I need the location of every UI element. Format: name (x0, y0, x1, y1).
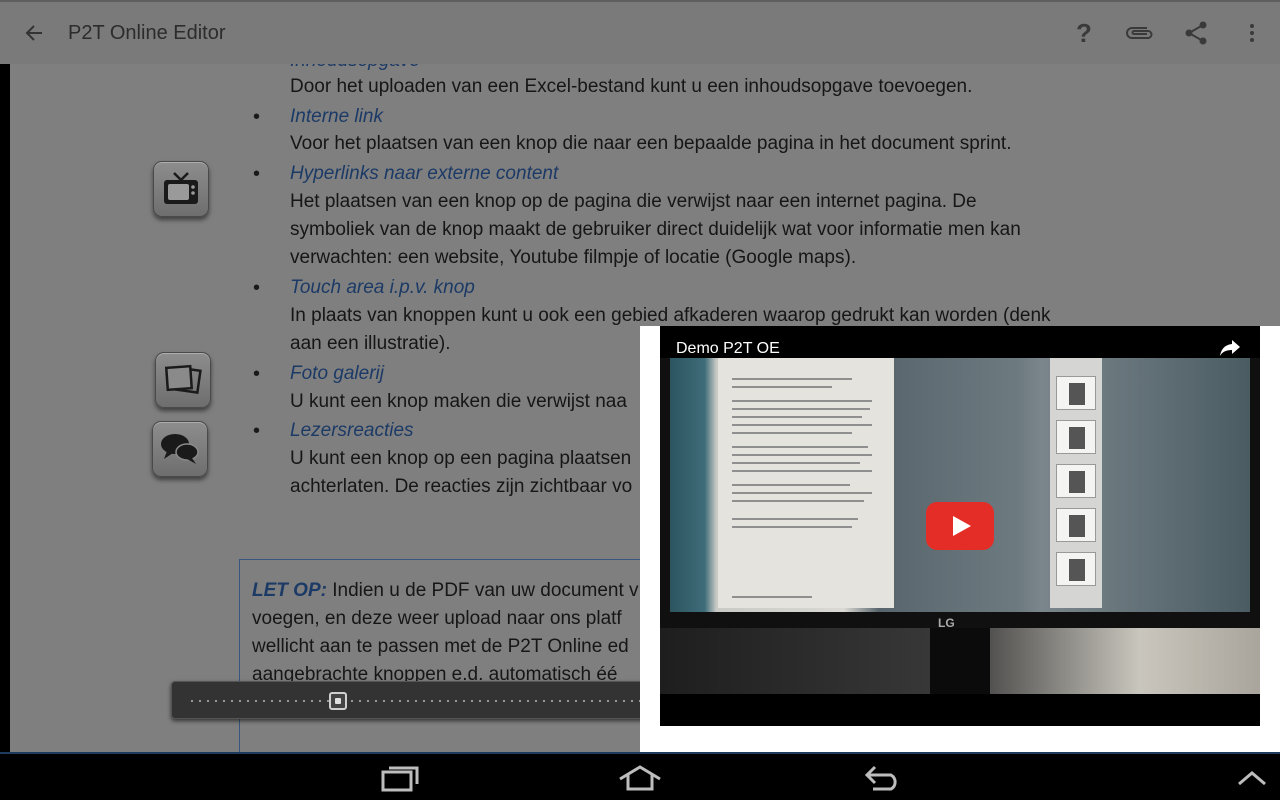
slider-thumb[interactable] (329, 692, 347, 710)
reader-comments-button[interactable] (152, 421, 208, 477)
item-text: Het plaatsen van een knop op de pagina d… (290, 191, 977, 212)
appbar-actions: ? (1056, 2, 1280, 64)
recent-apps-icon (381, 766, 419, 792)
back-icon (864, 765, 897, 791)
youtube-player[interactable]: Demo P2T OE LG (660, 326, 1260, 726)
overflow-menu-icon (1250, 24, 1254, 42)
item-heading: Foto galerij (290, 363, 384, 384)
photo-gallery-button[interactable] (155, 352, 211, 408)
note-line-1: LET OP: Indien u de PDF van uw document … (252, 580, 639, 602)
video-popup[interactable]: Demo P2T OE LG (640, 326, 1280, 752)
bullet: • (253, 363, 261, 385)
document-on-screen (718, 358, 894, 608)
help-icon: ? (1076, 17, 1092, 48)
back-nav-button[interactable] (850, 754, 914, 800)
share-arrow-icon (1220, 340, 1240, 356)
home-button[interactable] (608, 754, 672, 800)
video-link-button[interactable] (153, 161, 209, 217)
page-slider[interactable] (171, 681, 691, 719)
share-button[interactable] (1168, 2, 1224, 64)
bullet: • (253, 163, 261, 185)
item-text: Door het uploaden van een Excel-bestand … (290, 76, 973, 97)
youtube-play-icon (926, 502, 994, 550)
slider-track[interactable] (188, 700, 674, 702)
video-share-button[interactable] (1218, 338, 1242, 362)
back-arrow-icon (25, 25, 42, 41)
item-text: verwachten: een website, Youtube filmpje… (290, 247, 857, 268)
bullet: • (253, 420, 261, 442)
item-heading: Interne link (290, 106, 383, 127)
play-button[interactable] (926, 502, 994, 550)
item-text: In plaats van knoppen kunt u ook een geb… (290, 305, 1051, 326)
monitor-screen (670, 358, 1250, 612)
recent-apps-button[interactable] (368, 754, 432, 800)
note-line-2: voegen, en deze weer upload naar ons pla… (252, 608, 622, 629)
photo-gallery-icon (164, 364, 202, 394)
item-text: achterlaten. De reacties zijn zichtbaar … (290, 476, 633, 497)
tv-icon (164, 172, 198, 204)
chevron-up-icon (1238, 771, 1266, 786)
item-text: U kunt een knop maken die verwijst naa (290, 391, 627, 412)
share-icon (1185, 21, 1207, 45)
back-button[interactable] (0, 1, 68, 65)
app-bar: P2T Online Editor ? (0, 0, 1280, 64)
item-text: aan een illustratie). (290, 333, 451, 354)
monitor-stand (930, 628, 990, 694)
item-heading: Inhoudsopgave (290, 64, 420, 72)
note-label: LET OP: (252, 580, 327, 601)
note-line-3: wellicht aan te passen met de P2T Online… (252, 636, 629, 657)
attachment-icon (1126, 27, 1153, 39)
item-heading: Lezersreacties (290, 420, 414, 441)
item-text: U kunt een knop op een pagina plaatsen (290, 448, 632, 469)
video-title[interactable]: Demo P2T OE (676, 340, 780, 358)
app-title: P2T Online Editor (68, 21, 226, 44)
item-heading: Hyperlinks naar externe content (290, 163, 559, 184)
item-text: Voor het plaatsen van een knop die naar … (290, 133, 1012, 154)
home-icon (619, 765, 661, 791)
help-button[interactable]: ? (1056, 2, 1112, 64)
note-text: Indien u de PDF van uw document v (326, 580, 639, 601)
expand-button[interactable] (1230, 754, 1274, 800)
thumbnail-strip (1050, 358, 1102, 608)
system-nav-bar (0, 752, 1280, 800)
bullet: • (253, 106, 261, 128)
chat-bubbles-icon (161, 434, 199, 464)
item-text: symboliek van de knop maakt de gebruiker… (290, 219, 1021, 240)
attachment-button[interactable] (1112, 2, 1168, 64)
item-heading: Touch area i.p.v. knop (290, 277, 475, 298)
overflow-menu-button[interactable] (1224, 2, 1280, 64)
bullet: • (253, 277, 261, 299)
